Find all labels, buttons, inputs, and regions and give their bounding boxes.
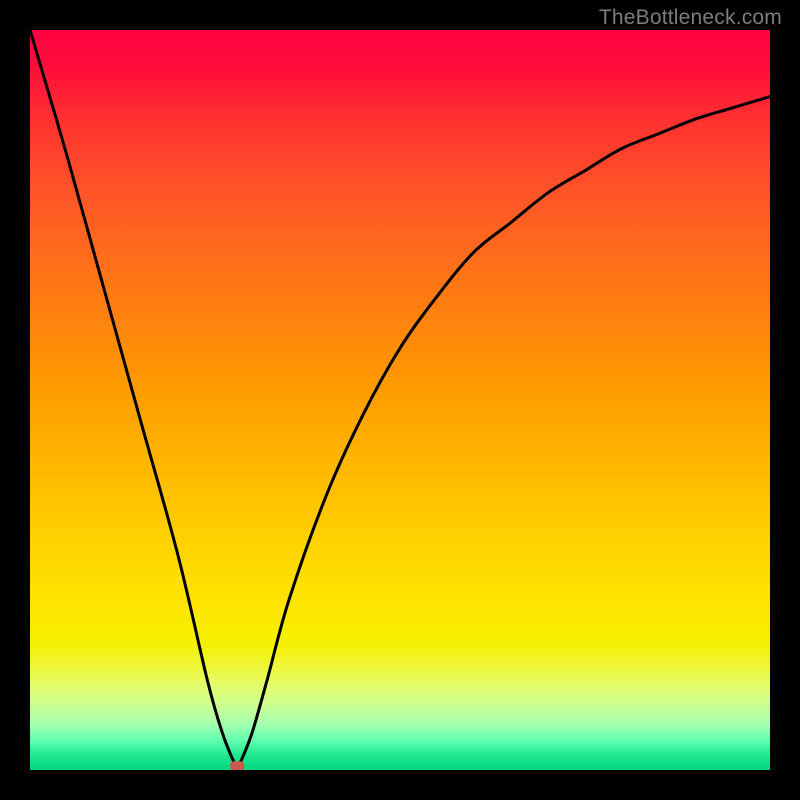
bottleneck-curve-path — [30, 30, 770, 766]
chart-plot-area — [30, 30, 770, 770]
watermark-text: TheBottleneck.com — [599, 6, 782, 30]
optimal-point-marker — [230, 761, 244, 770]
bottleneck-curve-svg — [30, 30, 770, 770]
